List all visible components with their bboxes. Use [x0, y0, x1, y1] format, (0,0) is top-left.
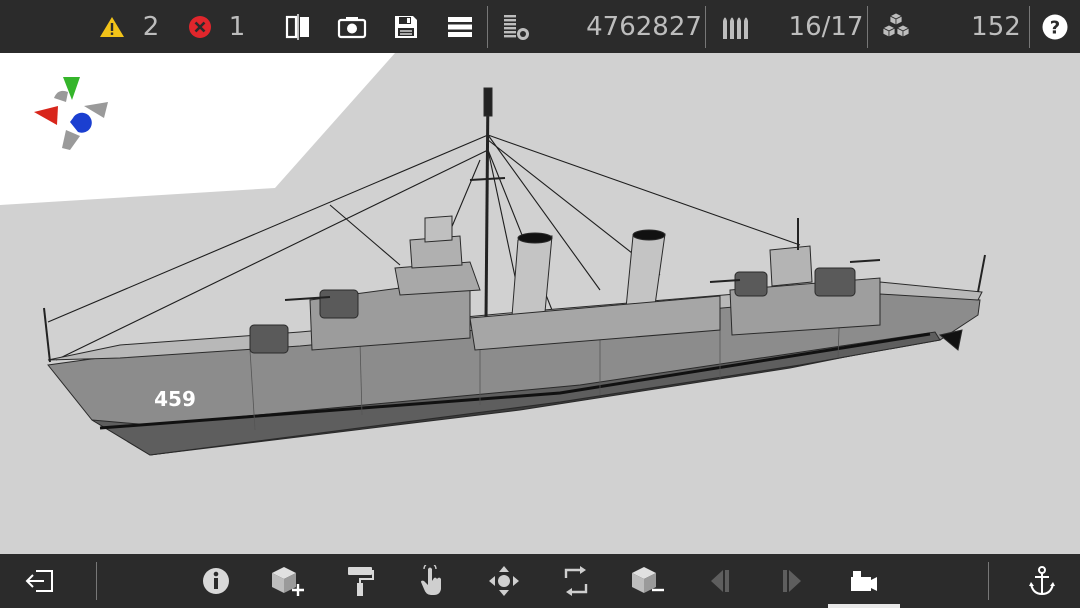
warning-icon[interactable]: [96, 0, 128, 53]
toolbar-separator: [988, 562, 989, 600]
screenshot-icon[interactable]: [334, 0, 370, 53]
exit-icon[interactable]: [10, 554, 70, 608]
warnings-count[interactable]: 2: [136, 0, 166, 53]
polygon-count: 4762827: [586, 0, 702, 53]
anchor-icon[interactable]: [1012, 554, 1072, 608]
toolbar-separator: [1029, 6, 1030, 48]
paint-icon[interactable]: [330, 554, 390, 608]
error-icon[interactable]: [186, 0, 214, 53]
prev-icon[interactable]: [690, 554, 750, 608]
move-icon[interactable]: [474, 554, 534, 608]
select-icon[interactable]: [402, 554, 462, 608]
camera-icon[interactable]: [834, 554, 894, 608]
rotate-icon[interactable]: [546, 554, 606, 608]
polygon-icon: [496, 0, 536, 53]
ammo-count: 16/17: [788, 0, 864, 53]
remove-part-icon[interactable]: [618, 554, 678, 608]
active-tool-indicator: [828, 604, 900, 608]
help-icon[interactable]: ?: [1036, 0, 1074, 53]
bottom-toolbar: [0, 554, 1080, 608]
parts-icon: [876, 0, 916, 53]
3d-viewport[interactable]: 459: [0, 53, 1080, 554]
toolbar-separator: [705, 6, 706, 48]
toolbar-separator: [96, 562, 97, 600]
top-toolbar: 2 1 4762827 16/17 152 ?: [0, 0, 1080, 53]
menu-icon[interactable]: [442, 0, 478, 53]
scene-canvas: 459: [0, 53, 986, 456]
info-icon[interactable]: [186, 554, 246, 608]
next-icon[interactable]: [762, 554, 822, 608]
add-part-icon[interactable]: [258, 554, 318, 608]
polygon-count-label: 4762827: [586, 11, 702, 42]
warnings-count-label: 2: [142, 11, 160, 42]
parts-count-label: 152: [971, 11, 1021, 42]
parts-count: 152: [968, 0, 1024, 53]
ammo-count-label: 16/17: [788, 11, 864, 42]
errors-count[interactable]: 1: [222, 0, 252, 53]
hull-number: 459: [154, 387, 196, 411]
svg-text:?: ?: [1050, 17, 1060, 38]
ground-plane: [0, 53, 395, 205]
mirror-icon[interactable]: [280, 0, 316, 53]
errors-count-label: 1: [228, 11, 246, 42]
save-icon[interactable]: [388, 0, 424, 53]
ammo-icon: [714, 0, 754, 53]
toolbar-separator: [487, 6, 488, 48]
toolbar-separator: [867, 6, 868, 48]
app-window: 2 1 4762827 16/17 152 ? 459: [0, 0, 1080, 608]
